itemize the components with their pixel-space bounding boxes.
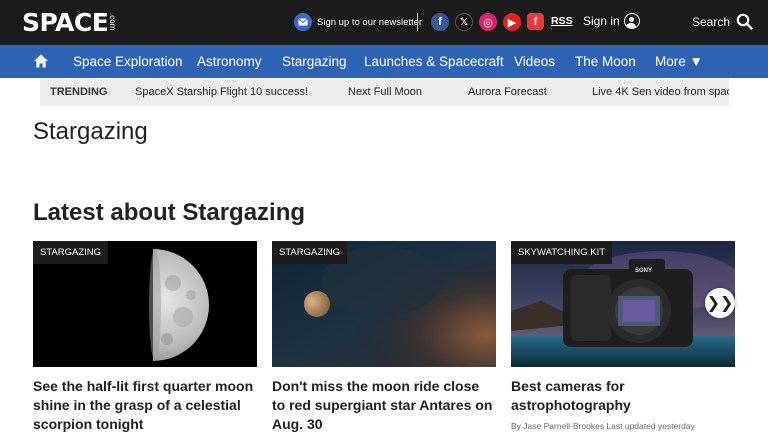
- card-title[interactable]: See the half-lit first quarter moon shin…: [33, 377, 257, 432]
- trending-item[interactable]: SpaceX Starship Flight 10 success!: [135, 79, 308, 106]
- main-nav: Space Exploration Astronomy Stargazing L…: [0, 45, 768, 78]
- nav-more[interactable]: More ▼: [655, 45, 703, 78]
- header-divider: [417, 13, 418, 31]
- nav-space-exploration[interactable]: Space Exploration: [73, 45, 183, 78]
- user-icon: [623, 13, 640, 29]
- flipboard-icon[interactable]: f: [527, 13, 544, 30]
- article-card[interactable]: STARGAZING See the half-lit first quarte…: [33, 241, 257, 432]
- site-logo[interactable]: SPACE .com: [22, 9, 126, 37]
- article-card[interactable]: SONY SKYWATCHING KIT Best cameras for as…: [511, 241, 735, 431]
- card-title[interactable]: Don't miss the moon ride close to red su…: [272, 377, 496, 432]
- carousel-next-button[interactable]: ❯❯: [705, 288, 735, 318]
- article-card[interactable]: STARGAZING Don't miss the moon ride clos…: [272, 241, 496, 432]
- instagram-icon[interactable]: ◎: [479, 13, 497, 31]
- rss-link[interactable]: RSS: [551, 15, 573, 27]
- article-image-camera[interactable]: SONY SKYWATCHING KIT: [511, 241, 735, 367]
- nav-launches-spacecraft[interactable]: Launches & Spacecraft: [364, 45, 504, 78]
- newsletter-link[interactable]: Sign up to our newsletter: [294, 12, 422, 32]
- logo-text: SPACE: [22, 8, 109, 37]
- nav-videos[interactable]: Videos: [514, 45, 555, 78]
- youtube-icon[interactable]: ▶: [503, 13, 521, 31]
- trending-bar: TRENDING SpaceX Starship Flight 10 succe…: [40, 79, 729, 106]
- facebook-icon[interactable]: f: [431, 13, 449, 31]
- x-icon[interactable]: 𝕏: [455, 13, 473, 31]
- section-title: Latest about Stargazing: [33, 199, 306, 226]
- top-header: SPACE .com Sign up to our newsletter f 𝕏…: [0, 0, 768, 45]
- newsletter-label: Sign up to our newsletter: [317, 16, 423, 28]
- envelope-icon: [294, 13, 312, 31]
- card-tag: STARGAZING: [33, 241, 109, 264]
- search-label: Search: [692, 14, 731, 29]
- card-tag: STARGAZING: [272, 241, 348, 264]
- home-icon[interactable]: [33, 53, 49, 69]
- card-tag: SKYWATCHING KIT: [511, 241, 613, 264]
- page-title: Stargazing: [33, 118, 148, 145]
- signin-button[interactable]: Sign in: [583, 13, 640, 29]
- article-image-antares[interactable]: STARGAZING: [272, 241, 496, 367]
- trending-label: TRENDING: [50, 86, 108, 98]
- nav-stargazing[interactable]: Stargazing: [282, 45, 347, 78]
- card-byline: By Jase Parnell-Brookes Last updated yes…: [511, 421, 695, 431]
- logo-suffix: .com: [108, 13, 118, 31]
- card-title[interactable]: Best cameras for astrophotography: [511, 377, 735, 415]
- trending-item[interactable]: Next Full Moon: [348, 79, 422, 106]
- svg-text:SONY: SONY: [635, 268, 652, 274]
- search-button[interactable]: Search: [692, 13, 753, 30]
- search-icon: [736, 13, 753, 30]
- trending-item[interactable]: Live 4K Sen video from spac: [592, 79, 729, 106]
- nav-the-moon[interactable]: The Moon: [575, 45, 636, 78]
- nav-astronomy[interactable]: Astronomy: [197, 45, 262, 78]
- article-image-moon[interactable]: STARGAZING: [33, 241, 257, 367]
- signin-label: Sign in: [583, 14, 620, 28]
- trending-item[interactable]: Aurora Forecast: [468, 79, 547, 106]
